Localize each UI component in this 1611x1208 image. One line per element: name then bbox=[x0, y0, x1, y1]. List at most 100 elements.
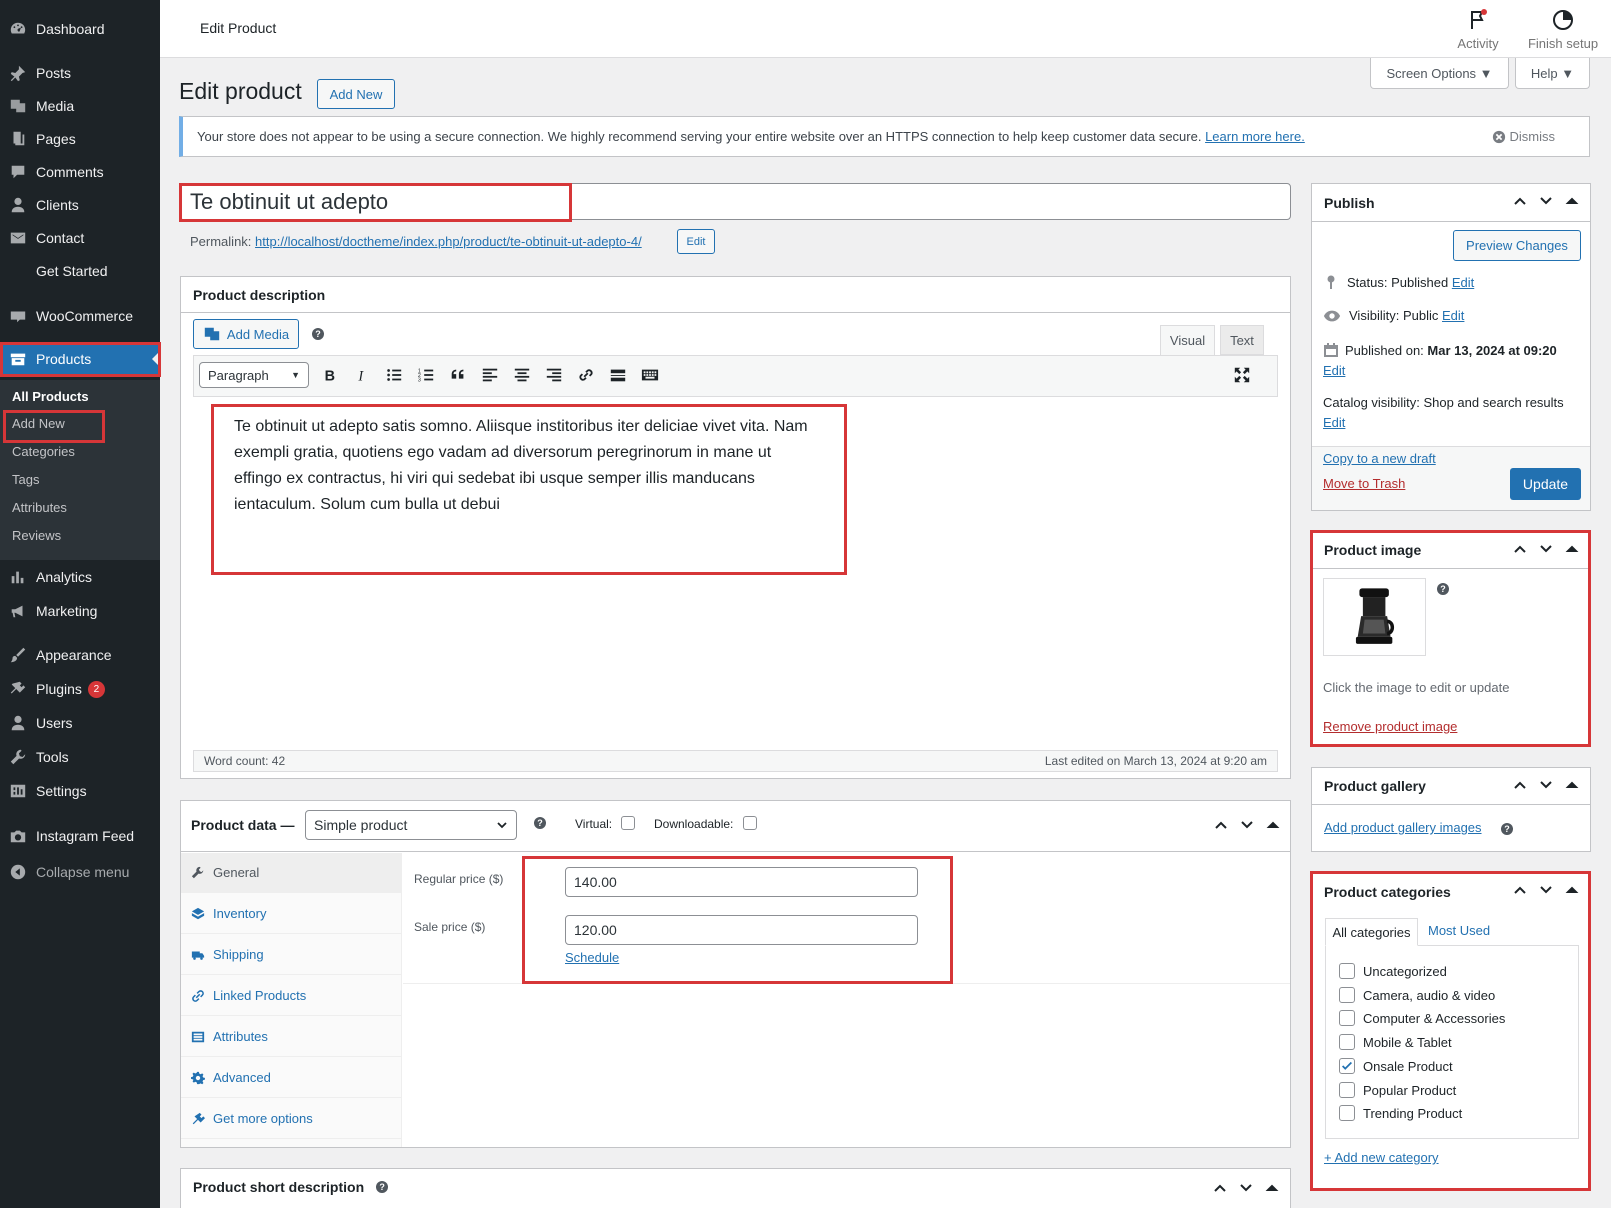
category-item[interactable]: Onsale Product bbox=[1339, 1058, 1453, 1074]
product-type-select[interactable]: Simple product bbox=[305, 810, 517, 840]
virtual-checkbox[interactable] bbox=[621, 816, 635, 830]
preview-changes-button[interactable]: Preview Changes bbox=[1453, 230, 1581, 261]
category-item[interactable]: Camera, audio & video bbox=[1339, 987, 1495, 1003]
move-down-icon[interactable] bbox=[1238, 1180, 1254, 1196]
sidebar-item-appearance[interactable]: Appearance bbox=[0, 638, 160, 672]
move-up-icon[interactable] bbox=[1212, 1180, 1228, 1196]
schedule-link[interactable]: Schedule bbox=[565, 950, 619, 965]
move-up-icon[interactable] bbox=[1512, 777, 1528, 793]
move-to-trash-link[interactable]: Move to Trash bbox=[1323, 476, 1405, 491]
copy-to-draft-link[interactable]: Copy to a new draft bbox=[1323, 451, 1436, 466]
toggle-panel-icon[interactable] bbox=[1265, 817, 1281, 833]
help-icon[interactable]: ? bbox=[376, 1181, 389, 1193]
category-checkbox[interactable] bbox=[1339, 1010, 1355, 1026]
catalog-edit-link[interactable]: Edit bbox=[1323, 415, 1345, 430]
add-gallery-images-link[interactable]: Add product gallery images bbox=[1324, 820, 1482, 835]
help-icon[interactable]: ? bbox=[1437, 583, 1449, 595]
visibility-edit-link[interactable]: Edit bbox=[1442, 308, 1464, 323]
link-icon[interactable] bbox=[575, 364, 597, 386]
fullscreen-icon[interactable] bbox=[1231, 364, 1253, 386]
submenu-tags[interactable]: Tags bbox=[12, 472, 39, 487]
sidebar-item-posts[interactable]: Posts bbox=[0, 56, 160, 90]
move-up-icon[interactable] bbox=[1512, 193, 1528, 209]
category-item[interactable]: Popular Product bbox=[1339, 1082, 1456, 1098]
numbered-list-icon[interactable]: 123 bbox=[415, 364, 437, 386]
category-item[interactable]: Trending Product bbox=[1339, 1105, 1462, 1121]
published-edit-link[interactable]: Edit bbox=[1323, 363, 1345, 378]
align-left-icon[interactable] bbox=[479, 364, 501, 386]
align-center-icon[interactable] bbox=[511, 364, 533, 386]
permalink-url[interactable]: http://localhost/doctheme/index.php/prod… bbox=[255, 234, 642, 249]
description-body[interactable]: Te obtinuit ut adepto satis somno. Aliis… bbox=[234, 414, 822, 518]
sidebar-item-tools[interactable]: Tools bbox=[0, 740, 160, 774]
sidebar-item-get-started[interactable]: Get Started bbox=[0, 254, 160, 288]
product-thumbnail[interactable] bbox=[1323, 578, 1426, 656]
product-title-input[interactable]: Te obtinuit ut adepto bbox=[179, 183, 1291, 220]
toggle-panel-icon[interactable] bbox=[1564, 541, 1580, 557]
bullet-list-icon[interactable] bbox=[383, 364, 405, 386]
submenu-add-new[interactable]: Add New bbox=[12, 416, 65, 431]
toggle-panel-icon[interactable] bbox=[1564, 193, 1580, 209]
sidebar-item-users[interactable]: Users bbox=[0, 706, 160, 740]
add-new-button[interactable]: Add New bbox=[317, 79, 395, 109]
sidebar-item-dashboard[interactable]: Dashboard bbox=[0, 12, 160, 46]
category-item[interactable]: Mobile & Tablet bbox=[1339, 1034, 1452, 1050]
learn-more-link[interactable]: Learn more here. bbox=[1205, 129, 1305, 144]
move-up-icon[interactable] bbox=[1213, 817, 1229, 833]
add-media-button[interactable]: Add Media bbox=[193, 319, 299, 349]
sidebar-item-pages[interactable]: Pages bbox=[0, 122, 160, 156]
category-checkbox[interactable] bbox=[1339, 1034, 1355, 1050]
add-new-category-link[interactable]: + Add new category bbox=[1324, 1150, 1439, 1165]
move-up-icon[interactable] bbox=[1512, 541, 1528, 557]
tab-visual[interactable]: Visual bbox=[1160, 325, 1215, 355]
toggle-panel-icon[interactable] bbox=[1564, 777, 1580, 793]
sidebar-item-clients[interactable]: Clients bbox=[0, 188, 160, 222]
category-checkbox[interactable] bbox=[1339, 987, 1355, 1003]
toggle-panel-icon[interactable] bbox=[1264, 1180, 1280, 1196]
help-icon[interactable]: ? bbox=[534, 817, 546, 829]
category-item[interactable]: Computer & Accessories bbox=[1339, 1010, 1505, 1026]
sidebar-item-instagram-feed[interactable]: Instagram Feed bbox=[0, 819, 160, 853]
category-checkbox[interactable] bbox=[1339, 963, 1355, 979]
sidebar-item-comments[interactable]: Comments bbox=[0, 155, 160, 189]
dismiss-button[interactable]: Dismiss bbox=[1492, 129, 1555, 144]
bold-icon[interactable]: B bbox=[319, 364, 341, 386]
sidebar-item-marketing[interactable]: Marketing bbox=[0, 594, 160, 628]
help-icon[interactable]: ? bbox=[1501, 823, 1513, 835]
format-select[interactable]: Paragraph ▼ bbox=[199, 362, 309, 388]
move-down-icon[interactable] bbox=[1538, 193, 1554, 209]
remove-product-image-link[interactable]: Remove product image bbox=[1323, 719, 1457, 734]
italic-icon[interactable]: I bbox=[351, 364, 373, 386]
sidebar-item-plugins[interactable]: Plugins 2 bbox=[0, 672, 160, 706]
sidebar-item-products[interactable]: Products bbox=[0, 342, 160, 376]
move-down-icon[interactable] bbox=[1538, 777, 1554, 793]
move-up-icon[interactable] bbox=[1512, 882, 1528, 898]
regular-price-input[interactable]: 140.00 bbox=[565, 867, 918, 897]
toggle-panel-icon[interactable] bbox=[1564, 882, 1580, 898]
category-checkbox[interactable] bbox=[1339, 1082, 1355, 1098]
activity-button[interactable]: Activity bbox=[1448, 8, 1508, 51]
category-item[interactable]: Uncategorized bbox=[1339, 963, 1447, 979]
sidebar-item-contact[interactable]: Contact bbox=[0, 221, 160, 255]
help-button[interactable]: Help ▼ bbox=[1515, 58, 1590, 89]
submenu-reviews[interactable]: Reviews bbox=[12, 528, 61, 543]
align-right-icon[interactable] bbox=[543, 364, 565, 386]
category-checkbox-checked[interactable] bbox=[1339, 1058, 1355, 1074]
submenu-all-products[interactable]: All Products bbox=[12, 389, 89, 404]
sidebar-item-settings[interactable]: Settings bbox=[0, 774, 160, 808]
submenu-attributes[interactable]: Attributes bbox=[12, 500, 67, 515]
category-checkbox[interactable] bbox=[1339, 1105, 1355, 1121]
tab-all-categories[interactable]: All categories bbox=[1325, 918, 1418, 946]
tab-shipping[interactable]: Shipping bbox=[181, 935, 402, 975]
update-button[interactable]: Update bbox=[1510, 468, 1581, 500]
tab-inventory[interactable]: Inventory bbox=[181, 894, 402, 934]
tab-linked-products[interactable]: Linked Products bbox=[181, 976, 402, 1016]
finish-setup-button[interactable]: Finish setup bbox=[1523, 8, 1603, 51]
blockquote-icon[interactable] bbox=[447, 364, 469, 386]
read-more-icon[interactable] bbox=[607, 364, 629, 386]
sidebar-item-woocommerce[interactable]: WooCommerce bbox=[0, 299, 160, 333]
status-edit-link[interactable]: Edit bbox=[1452, 275, 1474, 290]
tab-attributes[interactable]: Attributes bbox=[181, 1017, 402, 1057]
move-down-icon[interactable] bbox=[1538, 541, 1554, 557]
sidebar-item-media[interactable]: Media bbox=[0, 89, 160, 123]
